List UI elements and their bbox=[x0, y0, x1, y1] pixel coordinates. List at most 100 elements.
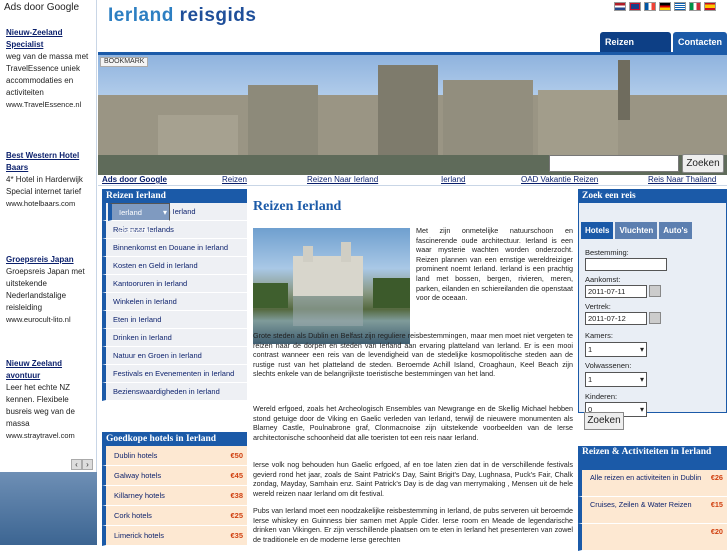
search-input[interactable] bbox=[549, 155, 679, 172]
ad-link[interactable]: Reizen bbox=[222, 175, 247, 185]
calendar-icon[interactable] bbox=[649, 312, 661, 324]
prev-arrow-icon[interactable]: ‹ bbox=[71, 459, 82, 470]
paragraph-pubs: Pubs van Ierland moet een noodzakelijke … bbox=[253, 506, 573, 544]
departure-label: Vertrek: bbox=[585, 302, 611, 311]
hotel-name[interactable]: Dublin hotels bbox=[114, 451, 157, 460]
ad-link[interactable]: OAD Vakantie Reizen bbox=[521, 175, 598, 185]
ad-link[interactable]: Reizen Naar Ierland bbox=[307, 175, 378, 185]
booking-tabs: Hotels Vluchten Auto's bbox=[581, 222, 692, 239]
flag-es-icon[interactable] bbox=[704, 2, 716, 11]
site-logo[interactable]: Ierland reisgids bbox=[108, 5, 256, 27]
sidebar-item[interactable]: Festivals en Evenementen in Ierland bbox=[102, 365, 247, 383]
sidebar-item[interactable]: Ierland Overzicht bbox=[108, 203, 170, 235]
destination-label: Bestemming: bbox=[585, 248, 629, 257]
sidebar-item[interactable]: Kosten en Geld in Ierland bbox=[102, 257, 247, 275]
activity-row[interactable]: €20 bbox=[578, 524, 727, 551]
activity-price: €20 bbox=[710, 527, 723, 536]
booking-form: Hotels Vluchten Auto's Bestemming: Aanko… bbox=[578, 203, 727, 417]
tab-hotels[interactable]: Hotels bbox=[581, 222, 614, 239]
cheap-hotels-box: Goedkope hotels in Ierland Dublin hotels… bbox=[102, 432, 247, 546]
children-label: Kinderen: bbox=[585, 392, 618, 401]
adults-select[interactable]: 1 bbox=[585, 372, 647, 387]
sidebar-item[interactable]: Eten in Ierland bbox=[102, 311, 247, 329]
destination-input[interactable] bbox=[585, 258, 667, 271]
activity-price: €26 bbox=[710, 473, 723, 482]
ad-link[interactable]: Ierland bbox=[441, 175, 465, 185]
booking-search-button[interactable]: Zoeken bbox=[584, 412, 624, 430]
paragraph-festivals: Ierse volk nog behouden hun Gaelic erfgo… bbox=[253, 460, 573, 498]
ad-url[interactable]: www.TravelEssence.nl bbox=[6, 99, 94, 111]
activities-title: Reizen & Activiteiten in Ierland bbox=[578, 446, 727, 470]
paragraph-cities: Grote steden als Dublin en Belfast zijn … bbox=[253, 331, 573, 379]
activity-row[interactable]: Alle reizen en activiteiten in Dublin €26 bbox=[578, 470, 727, 497]
bookmark-button[interactable]: BOOKMARK bbox=[100, 57, 149, 67]
ads-by-google-label: Ads door Google bbox=[4, 2, 80, 13]
ad-body: 4* Hotel in Harderwijk Special internet … bbox=[6, 175, 83, 196]
ad-link[interactable]: Reis Naar Thailand bbox=[648, 175, 716, 185]
tab-contacten[interactable]: Contacten bbox=[672, 32, 727, 52]
ad-item[interactable]: Groepsreis Japan Groepsreis Japan met ui… bbox=[6, 254, 94, 326]
sidebar-item[interactable]: Winkelen in Ierland bbox=[102, 293, 247, 311]
ad-title[interactable]: Best Western Hotel Baars bbox=[6, 150, 94, 174]
flag-it-icon[interactable] bbox=[689, 2, 701, 11]
ad-title[interactable]: Nieuw-Zeeland Specialist bbox=[6, 27, 94, 51]
hotel-price: €45 bbox=[230, 471, 243, 480]
ad-body: weg van de massa met TravelEssence uniek… bbox=[6, 52, 89, 97]
ad-item[interactable]: Nieuw Zeeland avontuur Leer het echte NZ… bbox=[6, 358, 94, 442]
hotel-row[interactable]: Killarney hotels €38 bbox=[102, 486, 247, 506]
ad-url[interactable]: www.hotelbaars.com bbox=[6, 198, 94, 210]
hotel-name[interactable]: Cork hotels bbox=[114, 511, 152, 520]
departure-input[interactable]: 2011-07-12 bbox=[585, 312, 647, 325]
search-button[interactable]: Zoeken bbox=[682, 154, 724, 173]
sidebar-item[interactable]: Bezienswaardigheden in Ierland bbox=[102, 383, 247, 401]
castle-banner: BOOKMARK Zoeken bbox=[98, 55, 727, 175]
hotel-price: €35 bbox=[230, 531, 243, 540]
booking-title: Zoek een reis bbox=[578, 189, 727, 203]
tab-vluchten[interactable]: Vluchten bbox=[615, 222, 658, 239]
tab-autos[interactable]: Auto's bbox=[659, 222, 692, 239]
sidebar-item[interactable]: Kantooruren in Ierland bbox=[102, 275, 247, 293]
flag-uk-icon[interactable] bbox=[629, 2, 641, 11]
logo-word-2: reisgids bbox=[179, 5, 257, 26]
calendar-icon[interactable] bbox=[649, 285, 661, 297]
hotel-name[interactable]: Galway hotels bbox=[114, 471, 161, 480]
flag-nl-icon[interactable] bbox=[614, 2, 626, 11]
arrival-input[interactable]: 2011-07-11 bbox=[585, 285, 647, 298]
tab-reizen-ierland[interactable]: Reizen Ierland bbox=[600, 32, 671, 67]
next-arrow-icon[interactable]: › bbox=[82, 459, 93, 470]
sidebar-item[interactable]: Binnenkomst en Douane in Ierland bbox=[102, 239, 247, 257]
hotel-row[interactable]: Cork hotels €25 bbox=[102, 506, 247, 526]
ad-title[interactable]: Groepsreis Japan bbox=[6, 254, 94, 266]
ad-url[interactable]: www.eurocult-lito.nl bbox=[6, 314, 94, 326]
sidebar-item[interactable]: Drinken in Ierland bbox=[102, 329, 247, 347]
ad-url[interactable]: www.straytravel.com bbox=[6, 430, 94, 442]
hotel-name[interactable]: Killarney hotels bbox=[114, 491, 165, 500]
hotel-name[interactable]: Limerick hotels bbox=[114, 531, 164, 540]
ad-title[interactable]: Nieuw Zeeland avontuur bbox=[6, 358, 94, 382]
rooms-select[interactable]: 1 bbox=[585, 342, 647, 357]
hotel-price: €25 bbox=[230, 511, 243, 520]
activity-name[interactable]: Alle reizen en activiteiten in Dublin bbox=[590, 473, 701, 482]
sidebar-item[interactable]: Natuur en Groen in Ierland bbox=[102, 347, 247, 365]
flag-de-icon[interactable] bbox=[659, 2, 671, 11]
activity-name[interactable]: Cruises, Zeilen & Water Reizen bbox=[590, 500, 692, 509]
ad-body: Leer het echte NZ kennen. Flexibele busr… bbox=[6, 383, 75, 428]
left-ad-column: Ads door Google Nieuw-Zeeland Specialist… bbox=[0, 0, 97, 545]
hotel-row[interactable]: Galway hotels €45 bbox=[102, 466, 247, 486]
ads-by-google-label: Ads door Google bbox=[102, 175, 167, 184]
flag-gr-icon[interactable] bbox=[674, 2, 686, 11]
hotel-row[interactable]: Limerick hotels €35 bbox=[102, 526, 247, 546]
top-tabs: Reizen Ierland Contacten bbox=[600, 32, 727, 67]
hotel-row[interactable]: Dublin hotels €50 bbox=[102, 446, 247, 466]
left-decoration bbox=[0, 472, 97, 545]
activities-box: Reizen & Activiteiten in Ierland Alle re… bbox=[578, 446, 727, 551]
hotels-title: Goedkope hotels in Ierland bbox=[102, 432, 247, 446]
castle-photo-illustration bbox=[253, 242, 410, 326]
flag-fr-icon[interactable] bbox=[644, 2, 656, 11]
booking-widget: Zoek een reis Hotels Vluchten Auto's Bes… bbox=[578, 189, 727, 430]
ad-pager: ‹ › bbox=[71, 459, 95, 470]
activity-row[interactable]: Cruises, Zeilen & Water Reizen €15 bbox=[578, 497, 727, 524]
ad-item[interactable]: Best Western Hotel Baars 4* Hotel in Har… bbox=[6, 150, 94, 210]
sidebar-nav: Reizen Ierland Ierland Overzicht Accommo… bbox=[102, 189, 247, 401]
ad-item[interactable]: Nieuw-Zeeland Specialist weg van de mass… bbox=[6, 27, 94, 111]
